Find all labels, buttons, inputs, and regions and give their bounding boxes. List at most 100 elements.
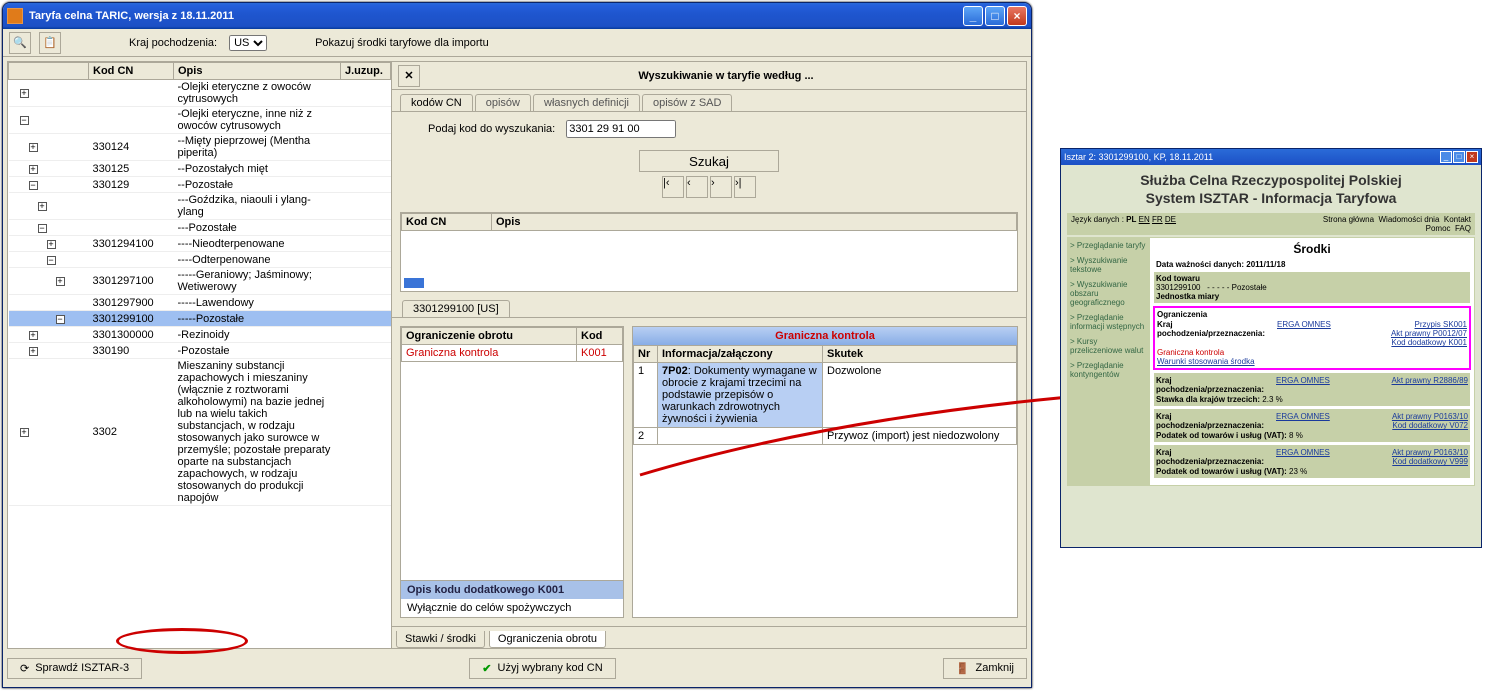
table-row[interactable]: −-Olejki eteryczne, inne niż z owoców cy… xyxy=(9,107,391,134)
table-row[interactable]: +3301300000-Rezinoidy xyxy=(9,327,391,343)
table-row[interactable]: +3301294100----Nieodterpenowane xyxy=(9,236,391,252)
link-news[interactable]: Wiadomości dnia xyxy=(1378,215,1439,224)
link[interactable]: Akt prawny P0163/10 xyxy=(1392,448,1468,457)
side-intro[interactable]: > Przeglądanie informacji wstępnych xyxy=(1070,313,1146,331)
isztar-button[interactable]: ⟳Sprawdź ISZTAR-3 xyxy=(7,658,142,679)
erga-link[interactable]: ERGA OMNES xyxy=(1276,376,1366,394)
link-sk001[interactable]: Przypis SK001 xyxy=(1415,320,1467,329)
origin-label-isz: Kraj pochodzenia/przeznaczenia: xyxy=(1157,320,1277,347)
control-row[interactable]: 2Przywoz (import) jest niedozwolony xyxy=(634,428,1017,445)
link[interactable]: Akt prawny R2886/89 xyxy=(1392,376,1469,385)
nav-last-icon[interactable]: ›| xyxy=(734,176,756,198)
tab-wlasnych[interactable]: własnych definicji xyxy=(533,94,640,111)
table-row[interactable]: −330129--Pozostałe xyxy=(9,177,391,193)
tab-opisow[interactable]: opisów xyxy=(475,94,531,111)
origin-select[interactable]: US xyxy=(229,35,267,51)
control-header-info: Informacja/załączony xyxy=(658,346,823,363)
isztar-measure-group: Kraj pochodzenia/przeznaczenia:ERGA OMNE… xyxy=(1154,373,1470,406)
tree-header-blank xyxy=(9,63,89,80)
link-faq[interactable]: FAQ xyxy=(1455,224,1471,233)
table-row[interactable]: +330125--Pozostałych mięt xyxy=(9,161,391,177)
isztar-heading: Służba Celna Rzeczypospolitej Polskiej S… xyxy=(1067,171,1475,207)
restriction-desc-box: Opis kodu dodatkowego K001 Wyłącznie do … xyxy=(401,580,623,617)
result-scrollbar-thumb[interactable] xyxy=(404,278,424,288)
binoculars-icon[interactable]: 🔍 xyxy=(9,32,31,54)
table-row[interactable]: −---Pozostałe xyxy=(9,220,391,236)
tariff-area: Ograniczenie obrotu Kod Graniczna kontro… xyxy=(392,318,1026,626)
restriction-header-code: Kod xyxy=(577,328,623,345)
lang-fr[interactable]: FR xyxy=(1152,215,1163,224)
erga-link[interactable]: ERGA OMNES xyxy=(1276,412,1366,430)
table-row[interactable]: +330124--Mięty pieprzowej (Mentha piperi… xyxy=(9,134,391,161)
link-contact[interactable]: Kontakt xyxy=(1444,215,1471,224)
lang-en[interactable]: EN xyxy=(1139,215,1150,224)
isztar-title-bar: Isztar 2: 3301299100, KP, 18.11.2011 _ □… xyxy=(1061,149,1481,165)
side-textsearch[interactable]: > Wyszukiwanie tekstowe xyxy=(1070,256,1146,274)
tab-sad[interactable]: opisów z SAD xyxy=(642,94,732,111)
isztar-sidebar: > Przeglądanie taryfy > Wyszukiwanie tek… xyxy=(1067,237,1149,486)
copy-icon[interactable]: 📋 xyxy=(39,32,61,54)
lang-de[interactable]: DE xyxy=(1165,215,1176,224)
minimize-button[interactable]: _ xyxy=(963,6,983,26)
bottom-tabs: Stawki / środki Ograniczenia obrotu xyxy=(392,626,1026,648)
table-row[interactable]: 3301297900-----Lawendowy xyxy=(9,295,391,311)
restriction-row[interactable]: Graniczna kontrola K001 xyxy=(402,345,623,362)
tariff-tab[interactable]: 3301299100 [US] xyxy=(402,300,510,317)
control-box: Graniczna kontrola Nr Informacja/załączo… xyxy=(632,326,1018,618)
link-k001[interactable]: Kod dodatkowy K001 xyxy=(1391,338,1467,347)
isztar-max-button[interactable]: □ xyxy=(1453,151,1465,163)
tab-stawki[interactable]: Stawki / środki xyxy=(396,631,485,648)
isztar-datawaz: Data ważności danych: 2011/11/18 xyxy=(1156,260,1468,269)
table-row[interactable]: +330190-Pozostałe xyxy=(9,343,391,359)
maximize-button[interactable]: □ xyxy=(985,6,1005,26)
table-row[interactable]: −3301299100-----Pozostałe xyxy=(9,311,391,327)
nav-prev-icon[interactable]: ‹ xyxy=(686,176,708,198)
side-quotas[interactable]: > Przeglądanie kontyngentów xyxy=(1070,361,1146,379)
close-button[interactable]: × xyxy=(1007,6,1027,26)
table-row[interactable]: −----Odterpenowane xyxy=(9,252,391,268)
use-code-button[interactable]: ✔Użyj wybrany kod CN xyxy=(469,658,615,679)
check-icon: ✔ xyxy=(482,662,491,675)
link-help[interactable]: Pomoc xyxy=(1426,224,1451,233)
link-home[interactable]: Strona główna xyxy=(1323,215,1374,224)
door-icon: 🚪 xyxy=(956,662,970,675)
tab-ograniczenia[interactable]: Ograniczenia obrotu xyxy=(489,631,606,648)
search-body: Podaj kod do wyszukania: Szukaj |‹ ‹ › ›… xyxy=(392,112,1026,212)
link-p0012[interactable]: Akt prawny P0012/07 xyxy=(1391,329,1467,338)
restriction-desc-text: Wyłącznie do celów spożywczych xyxy=(401,599,623,617)
rightlinks-1: Przypis SK001 Akt prawny P0012/07 Kod do… xyxy=(1367,320,1467,347)
lang-pl[interactable]: PL xyxy=(1126,215,1136,224)
isztar-close-button[interactable]: × xyxy=(1466,151,1478,163)
app-icon xyxy=(7,8,23,24)
link[interactable]: Kod dodatkowy V999 xyxy=(1392,457,1468,466)
show-means-label: Pokazuj środki taryfowe dla importu xyxy=(315,37,489,49)
side-georegion[interactable]: > Wyszukiwanie obszaru geograficznego xyxy=(1070,280,1146,307)
control-row[interactable]: 17P02: Dokumenty wymagane w obrocie z kr… xyxy=(634,363,1017,428)
code-input[interactable] xyxy=(566,120,676,138)
search-close-icon[interactable]: ✕ xyxy=(398,65,420,87)
tree-header-cn: Kod CN xyxy=(89,63,174,80)
table-row[interactable]: +---Goździka, niaouli i ylang-ylang xyxy=(9,193,391,220)
side-browse[interactable]: > Przeglądanie taryfy xyxy=(1070,241,1146,250)
side-rates[interactable]: > Kursy przeliczeniowe walut xyxy=(1070,337,1146,355)
table-row[interactable]: +3302Mieszaniny substancji zapachowych i… xyxy=(9,359,391,506)
code-input-label: Podaj kod do wyszukania: xyxy=(428,123,555,135)
close-footer-button[interactable]: 🚪Zamknij xyxy=(943,658,1027,679)
warunki-link[interactable]: Warunki stosowania środka xyxy=(1157,357,1467,366)
search-header: ✕ Wyszukiwanie w taryfie według ... xyxy=(392,62,1026,90)
erga-link[interactable]: ERGA OMNES xyxy=(1277,320,1367,347)
search-button[interactable]: Szukaj xyxy=(639,150,779,172)
highlighted-border-control: Ograniczenia Kraj pochodzenia/przeznacze… xyxy=(1153,306,1471,370)
nav-first-icon[interactable]: |‹ xyxy=(662,176,684,198)
right-pane: ✕ Wyszukiwanie w taryfie według ... kodó… xyxy=(392,62,1026,648)
control-header-effect: Skutek xyxy=(823,346,1017,363)
table-row[interactable]: +3301297100-----Geraniowy; Jaśminowy; We… xyxy=(9,268,391,295)
nav-next-icon[interactable]: › xyxy=(710,176,732,198)
isztar-min-button[interactable]: _ xyxy=(1440,151,1452,163)
erga-link[interactable]: ERGA OMNES xyxy=(1276,448,1366,466)
restriction-desc-title: Opis kodu dodatkowego K001 xyxy=(401,581,623,599)
table-row[interactable]: +-Olejki eteryczne z owoców cytrusowych xyxy=(9,80,391,107)
link[interactable]: Kod dodatkowy V072 xyxy=(1392,421,1468,430)
tab-kodow-cn[interactable]: kodów CN xyxy=(400,94,473,111)
link[interactable]: Akt prawny P0163/10 xyxy=(1392,412,1468,421)
